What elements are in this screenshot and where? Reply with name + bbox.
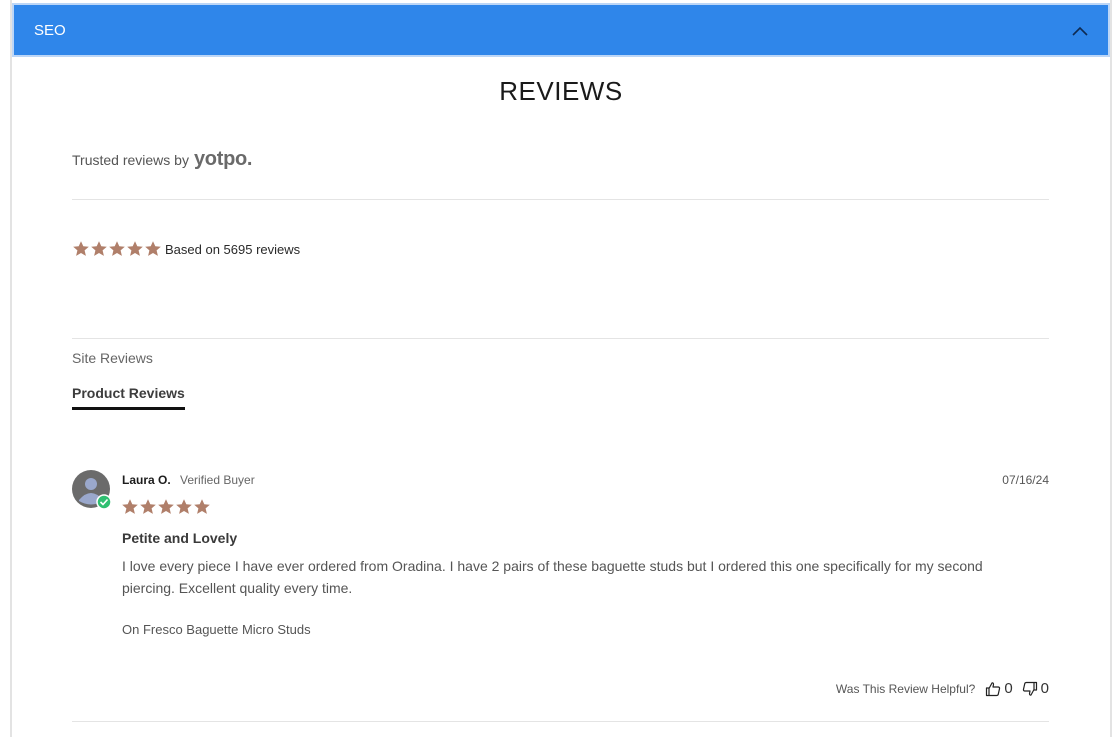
reviewer-name: Laura O.: [122, 473, 171, 487]
star-icon: [127, 241, 143, 256]
rating-summary: Based on 5695 reviews: [72, 240, 300, 258]
star-icon: [158, 499, 174, 514]
star-icon: [145, 241, 161, 256]
thumbs-up-icon: [986, 681, 1001, 696]
helpful-votes: Was This Review Helpful? 0 0: [836, 680, 1049, 697]
star-icon: [91, 241, 107, 256]
trusted-prefix: Trusted reviews by: [72, 152, 189, 168]
star-icon: [122, 499, 138, 514]
review-title: Petite and Lovely: [122, 530, 238, 546]
thumbs-down-icon: [1022, 681, 1037, 696]
avatar-icon: [72, 470, 112, 510]
divider: [72, 199, 1049, 200]
summary-stars: [72, 240, 162, 258]
divider: [72, 721, 1049, 722]
review-count-text: Based on 5695 reviews: [165, 241, 301, 257]
thumbs-down-button[interactable]: 0: [1022, 680, 1049, 697]
star-icon: [140, 499, 156, 514]
reviews-heading: REVIEWS: [499, 76, 623, 106]
thumbs-up-button[interactable]: 0: [985, 680, 1013, 697]
divider: [72, 338, 1049, 339]
trusted-by-line: Trusted reviews by yotpo.: [72, 148, 252, 171]
helpful-label: Was This Review Helpful?: [835, 681, 976, 696]
thumbs-up-count: 0: [1004, 680, 1013, 697]
tab-product-reviews[interactable]: Product Reviews: [72, 385, 185, 410]
review-item: Laura O. Verified Buyer 07/16/24 Petite …: [72, 470, 1049, 710]
review-body: I love every piece I have ever ordered f…: [122, 558, 983, 596]
review-date: 07/16/24: [1002, 473, 1049, 487]
seo-accordion-label: SEO: [34, 22, 66, 39]
chevron-up-icon[interactable]: [1070, 21, 1090, 41]
star-icon: [194, 499, 210, 514]
review-product[interactable]: On Fresco Baguette Micro Studs: [122, 622, 311, 637]
tab-site-reviews[interactable]: Site Reviews: [72, 350, 153, 366]
verified-buyer-badge: Verified Buyer: [180, 473, 255, 487]
star-icon: [109, 241, 125, 256]
thumbs-down-count: 0: [1040, 680, 1049, 697]
review-stars: [121, 498, 211, 516]
yotpo-logo[interactable]: yotpo.: [194, 148, 253, 171]
star-icon: [176, 499, 192, 514]
reviews-panel: SEO REVIEWS Trusted reviews by yotpo. Ba…: [10, 0, 1112, 737]
star-icon: [73, 241, 89, 256]
seo-accordion-header[interactable]: SEO: [12, 3, 1110, 57]
